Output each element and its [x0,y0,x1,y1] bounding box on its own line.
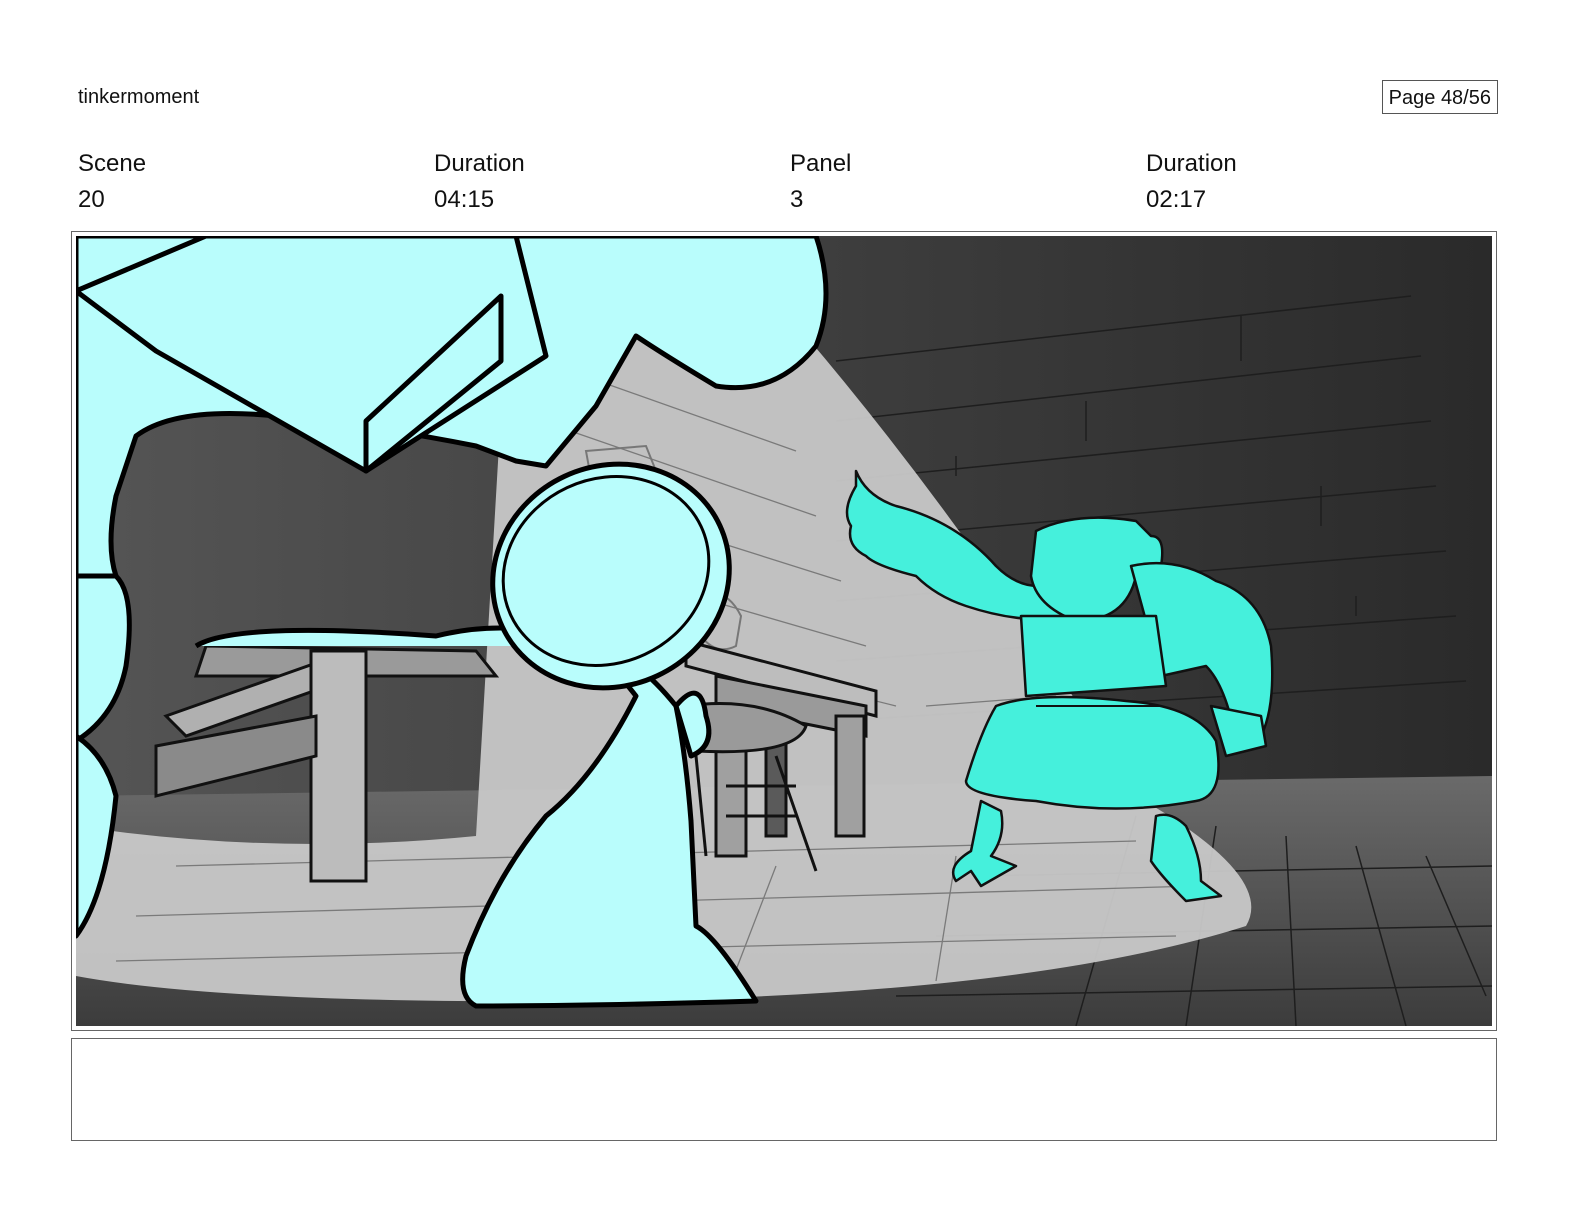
scene-label: Scene [78,150,147,177]
panel-value: 3 [790,186,804,213]
panel-duration-label: Duration [1146,150,1237,177]
panel-label: Panel [790,150,852,177]
panel-notes [71,1038,1497,1141]
scene-duration-label: Duration [434,150,525,177]
scene-duration-block: Duration 04:15 [434,150,525,218]
panel-duration-block: Duration 02:17 [1146,150,1237,218]
scene-block: Scene 20 [78,150,146,218]
project-title: tinkermoment [78,86,200,108]
storyboard-panel-frame [71,231,1497,1031]
page-number: Page 48/56 [1381,80,1498,114]
scene-value: 20 [78,186,105,213]
panel-duration-value: 02:17 [1146,186,1207,213]
storyboard-panel-image [76,236,1492,1026]
scene-duration-value: 04:15 [434,186,495,213]
panel-block: Panel 3 [790,150,851,218]
